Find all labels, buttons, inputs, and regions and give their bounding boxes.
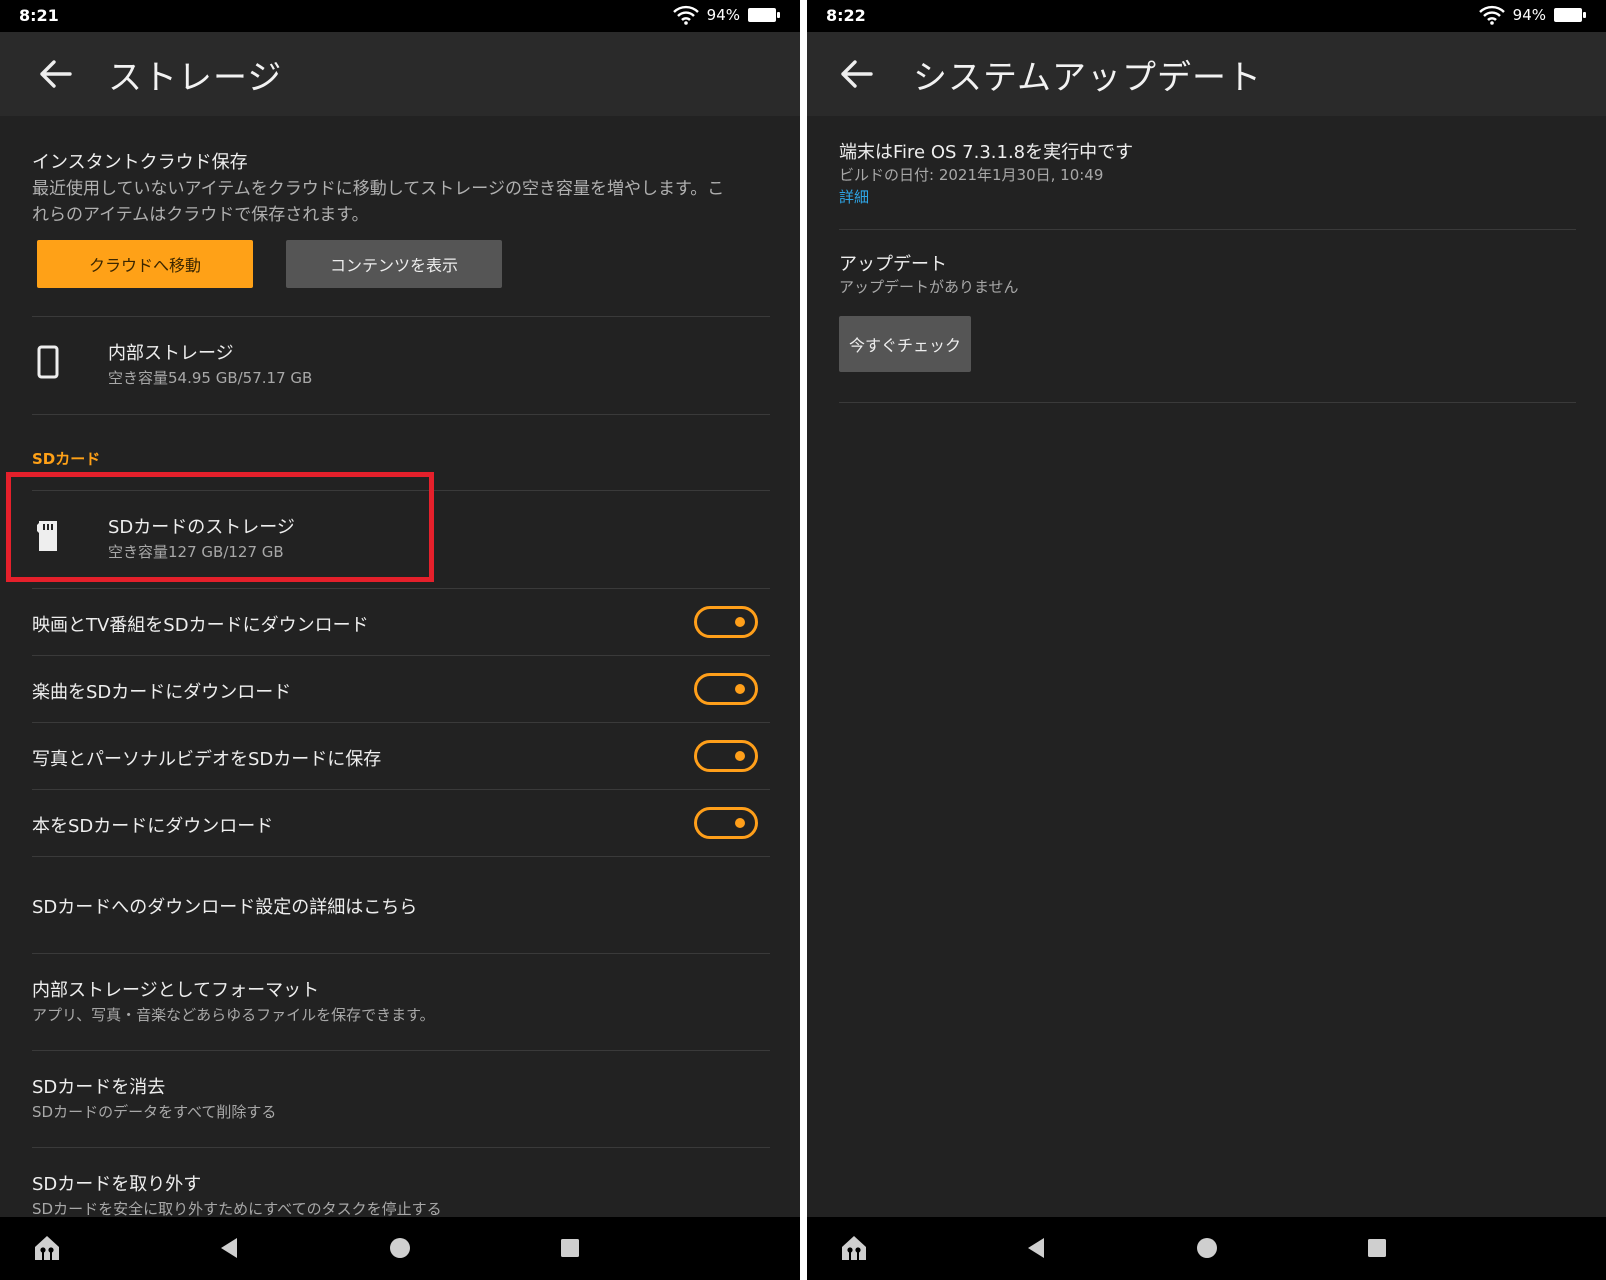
toggle-row-music[interactable]: 楽曲をSDカードにダウンロード bbox=[0, 656, 800, 722]
wifi-icon bbox=[1478, 5, 1505, 25]
page-title: システムアップデート bbox=[913, 58, 1262, 98]
app-bar: ストレージ bbox=[0, 32, 800, 116]
sd-storage-title: SDカードのストレージ bbox=[108, 517, 295, 538]
update-sub: アップデートがありません bbox=[839, 278, 1019, 296]
home-icon[interactable] bbox=[32, 1233, 62, 1263]
toggle-label: 本をSDカードにダウンロード bbox=[32, 816, 274, 837]
music-toggle[interactable] bbox=[694, 673, 758, 705]
status-right: 94% bbox=[1478, 5, 1586, 25]
build-date: ビルドの日付: 2021年1月30日, 10:49 bbox=[839, 166, 1104, 184]
internal-storage-row[interactable]: 内部ストレージ 空き容量54.95 GB/57.17 GB bbox=[0, 317, 800, 413]
divider bbox=[32, 414, 770, 415]
battery-percent: 94% bbox=[706, 6, 740, 24]
battery-percent: 94% bbox=[1512, 6, 1546, 24]
format-title: 内部ストレージとしてフォーマット bbox=[32, 980, 320, 1001]
nav-home-circle-icon[interactable] bbox=[1192, 1233, 1222, 1263]
app-bar: システムアップデート bbox=[807, 32, 1606, 116]
eject-title: SDカードを取り外す bbox=[32, 1174, 202, 1195]
internal-storage-title: 内部ストレージ bbox=[108, 343, 234, 364]
erase-sub: SDカードのデータをすべて削除する bbox=[32, 1103, 277, 1121]
storage-screen: 8:21 94% ストレージ インスタントクラウド保存 最近使用していないアイテ… bbox=[0, 0, 800, 1280]
sd-storage-row[interactable]: SDカードのストレージ 空き容量127 GB/127 GB bbox=[0, 491, 800, 587]
os-version-title: 端末はFire OS 7.3.1.8を実行中です bbox=[839, 142, 1134, 163]
format-sub: アプリ、写真・音楽などあらゆるファイルを保存できます。 bbox=[32, 1006, 435, 1024]
status-right: 94% bbox=[672, 5, 780, 25]
move-to-cloud-button[interactable]: クラウドへ移動 bbox=[37, 240, 253, 288]
toggle-knob bbox=[735, 751, 745, 761]
sd-card-icon bbox=[37, 521, 57, 551]
view-content-button[interactable]: コンテンツを表示 bbox=[286, 240, 502, 288]
nav-home-circle-icon[interactable] bbox=[385, 1233, 415, 1263]
nav-bar bbox=[0, 1217, 800, 1280]
nav-back-icon[interactable] bbox=[215, 1233, 245, 1263]
eject-sub: SDカードを安全に取り外すためにすべてのタスクを停止する bbox=[32, 1200, 442, 1218]
update-title: アップデート bbox=[839, 254, 947, 275]
nav-bar bbox=[807, 1217, 1606, 1280]
toggle-knob bbox=[735, 617, 745, 627]
status-bar: 8:22 94% bbox=[807, 0, 1606, 32]
cloud-save-desc-2: れらのアイテムはクラウドで保存されます。 bbox=[32, 205, 369, 225]
sd-storage-sub: 空き容量127 GB/127 GB bbox=[108, 543, 284, 561]
back-arrow-icon[interactable] bbox=[837, 54, 877, 94]
wifi-icon bbox=[672, 5, 699, 25]
cloud-save-title: インスタントクラウド保存 bbox=[32, 152, 248, 173]
erase-row[interactable]: SDカードを消去 SDカードのデータをすべて削除する bbox=[0, 1051, 800, 1147]
format-row[interactable]: 内部ストレージとしてフォーマット アプリ、写真・音楽などあらゆるファイルを保存で… bbox=[0, 954, 800, 1050]
recents-icon[interactable] bbox=[555, 1233, 585, 1263]
home-icon[interactable] bbox=[839, 1233, 869, 1263]
download-details-link[interactable]: SDカードへのダウンロード設定の詳細はこちら bbox=[32, 893, 417, 919]
back-arrow-icon[interactable] bbox=[36, 54, 76, 94]
internal-storage-sub: 空き容量54.95 GB/57.17 GB bbox=[108, 369, 313, 387]
download-details-row[interactable]: SDカードへのダウンロード設定の詳細はこちら bbox=[0, 857, 800, 953]
status-time: 8:22 bbox=[826, 6, 866, 25]
erase-title: SDカードを消去 bbox=[32, 1077, 166, 1098]
photos-toggle[interactable] bbox=[694, 740, 758, 772]
toggle-row-books[interactable]: 本をSDカードにダウンロード bbox=[0, 790, 800, 856]
page-title: ストレージ bbox=[108, 58, 283, 98]
sd-section-header: SDカード bbox=[32, 450, 101, 468]
cloud-save-desc-1: 最近使用していないアイテムをクラウドに移動してストレージの空き容量を増やします。… bbox=[32, 179, 725, 199]
os-details-link[interactable]: 詳細 bbox=[839, 186, 869, 207]
recents-icon[interactable] bbox=[1362, 1233, 1392, 1263]
toggle-row-movies[interactable]: 映画とTV番組をSDカードにダウンロード bbox=[0, 589, 800, 655]
toggle-knob bbox=[735, 818, 745, 828]
divider bbox=[839, 229, 1576, 230]
battery-icon bbox=[1554, 8, 1586, 22]
nav-back-icon[interactable] bbox=[1022, 1233, 1052, 1263]
system-update-screen: 8:22 94% システムアップデート 端末はFire OS 7.3.1.8を実… bbox=[807, 0, 1606, 1280]
divider bbox=[839, 402, 1576, 403]
toggle-label: 写真とパーソナルビデオをSDカードに保存 bbox=[32, 749, 382, 770]
toggle-label: 楽曲をSDカードにダウンロード bbox=[32, 682, 292, 703]
toggle-knob bbox=[735, 684, 745, 694]
check-now-button[interactable]: 今すぐチェック bbox=[839, 316, 971, 372]
toggle-row-photos[interactable]: 写真とパーソナルビデオをSDカードに保存 bbox=[0, 723, 800, 789]
status-time: 8:21 bbox=[19, 6, 59, 25]
status-bar: 8:21 94% bbox=[0, 0, 800, 32]
books-toggle[interactable] bbox=[694, 807, 758, 839]
movies-toggle[interactable] bbox=[694, 606, 758, 638]
battery-icon bbox=[748, 8, 780, 22]
toggle-label: 映画とTV番組をSDカードにダウンロード bbox=[32, 615, 369, 636]
phone-icon bbox=[37, 345, 59, 379]
